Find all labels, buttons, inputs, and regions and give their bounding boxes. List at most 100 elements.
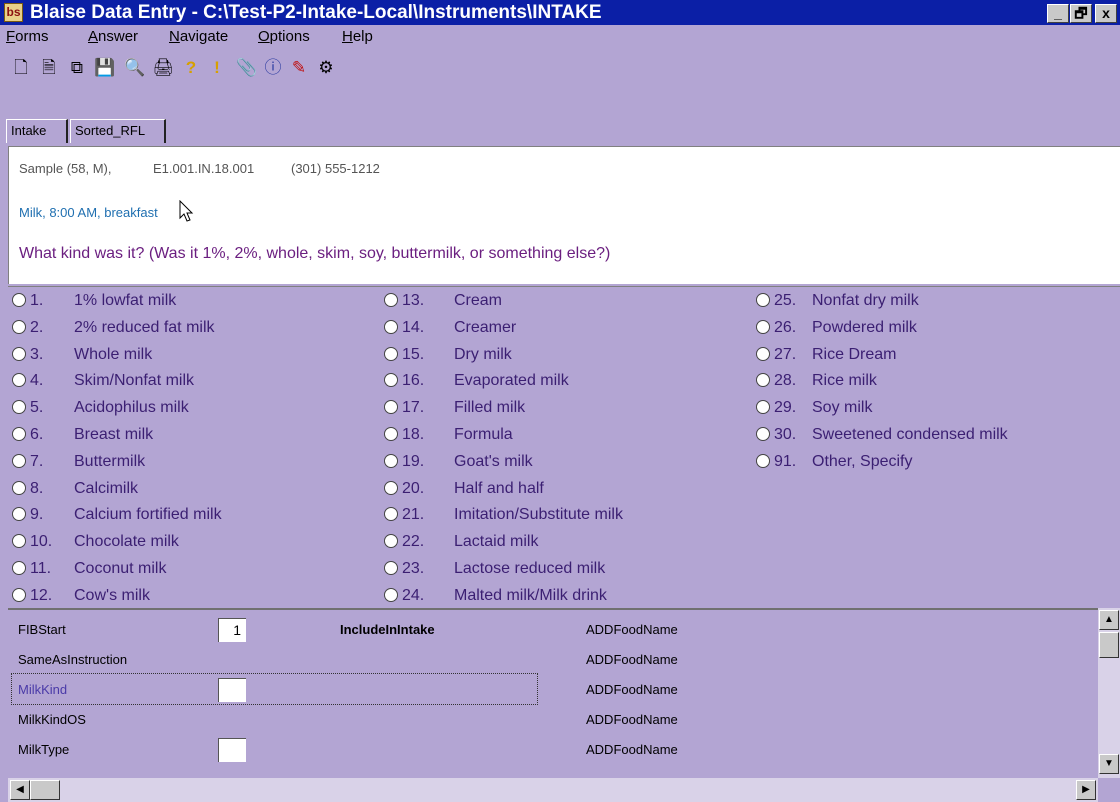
- info-icon[interactable]: ⓘ: [262, 57, 284, 79]
- answer-option[interactable]: 13. Cream: [384, 289, 734, 313]
- answer-option[interactable]: 7. Buttermilk: [12, 450, 362, 474]
- menu-help[interactable]: Help: [342, 28, 373, 45]
- radio-button[interactable]: [384, 427, 398, 441]
- alert-icon[interactable]: !: [206, 57, 228, 79]
- menu-navigate[interactable]: Navigate: [169, 28, 228, 45]
- tab-sorted-rfl[interactable]: Sorted_RFL: [70, 119, 166, 143]
- radio-button[interactable]: [384, 319, 398, 334]
- find-icon[interactable]: 🔍: [124, 57, 146, 79]
- radio-button[interactable]: [12, 427, 26, 441]
- field-row[interactable]: MilkType ADDFoodName: [8, 734, 1098, 764]
- answer-option[interactable]: 30. Sweetened condensed milk: [756, 423, 1106, 447]
- answer-option[interactable]: 11. Coconut milk: [12, 557, 362, 581]
- radio-button[interactable]: [12, 400, 26, 415]
- field-value-box[interactable]: 1: [218, 618, 246, 642]
- help-icon[interactable]: ?: [180, 57, 202, 79]
- answer-option[interactable]: 14. Creamer: [384, 316, 734, 340]
- answer-option[interactable]: 26. Powdered milk: [756, 316, 1106, 340]
- field-row[interactable]: MilkKindOS ADDFoodName: [8, 704, 1098, 734]
- tab-intake[interactable]: Intake: [6, 119, 68, 143]
- radio-button[interactable]: [756, 400, 770, 415]
- answer-option[interactable]: 16. Evaporated milk: [384, 369, 734, 393]
- radio-button[interactable]: [384, 587, 398, 602]
- radio-button[interactable]: [12, 480, 26, 495]
- close-button[interactable]: x: [1095, 4, 1117, 23]
- radio-button[interactable]: [384, 346, 398, 361]
- scroll-down-icon[interactable]: ▼: [1099, 754, 1119, 774]
- menu-options[interactable]: Options: [258, 28, 310, 45]
- answer-option[interactable]: 19. Goat's milk: [384, 450, 734, 474]
- radio-button[interactable]: [384, 453, 398, 468]
- print-icon[interactable]: 🖨: [152, 57, 174, 79]
- app-icon[interactable]: bs: [4, 3, 23, 22]
- answer-option[interactable]: 25. Nonfat dry milk: [756, 289, 1106, 313]
- scroll-thumb[interactable]: [1099, 632, 1119, 658]
- radio-button[interactable]: [384, 373, 398, 388]
- answer-option[interactable]: 5. Acidophilus milk: [12, 396, 362, 420]
- radio-button[interactable]: [384, 561, 398, 575]
- field-value-box[interactable]: [218, 678, 246, 702]
- answer-option[interactable]: 12. Cow's milk: [12, 584, 362, 608]
- field-row[interactable]: FIBStart 1 IncludeInIntake ADDFoodName: [8, 614, 1098, 644]
- radio-button[interactable]: [12, 319, 26, 334]
- field-row[interactable]: SameAsInstruction ADDFoodName: [8, 644, 1098, 674]
- radio-button[interactable]: [384, 293, 398, 307]
- radio-button[interactable]: [12, 373, 26, 388]
- radio-button[interactable]: [384, 534, 398, 549]
- answer-option[interactable]: 20. Half and half: [384, 477, 734, 501]
- answer-option[interactable]: 29. Soy milk: [756, 396, 1106, 420]
- answer-option[interactable]: 24. Malted milk/Milk drink: [384, 584, 734, 608]
- answer-option[interactable]: 17. Filled milk: [384, 396, 734, 420]
- radio-button[interactable]: [384, 400, 398, 415]
- field-value-box[interactable]: [218, 738, 246, 762]
- field-row[interactable]: MilkKind ADDFoodName: [11, 673, 678, 705]
- answer-option[interactable]: 2. 2% reduced fat milk: [12, 316, 362, 340]
- radio-button[interactable]: [12, 561, 26, 575]
- title-bar[interactable]: bs Blaise Data Entry - C:\Test-P2-Intake…: [0, 0, 1120, 25]
- attach-icon[interactable]: 📎: [236, 57, 258, 79]
- answer-option[interactable]: 21. Imitation/Substitute milk: [384, 503, 734, 527]
- radio-button[interactable]: [12, 507, 26, 522]
- answer-option[interactable]: 28. Rice milk: [756, 369, 1106, 393]
- scroll-up-icon[interactable]: ▲: [1099, 610, 1119, 630]
- answer-option[interactable]: 23. Lactose reduced milk: [384, 557, 734, 581]
- pencil-icon[interactable]: ✎: [288, 57, 310, 79]
- radio-button[interactable]: [756, 319, 770, 334]
- answer-option[interactable]: 18. Formula: [384, 423, 734, 447]
- open-icon[interactable]: 🗎: [38, 57, 60, 79]
- network-icon[interactable]: ⚙: [315, 57, 337, 79]
- answer-option[interactable]: 6. Breast milk: [12, 423, 362, 447]
- answer-option[interactable]: 22. Lactaid milk: [384, 530, 734, 554]
- answer-option[interactable]: 4. Skim/Nonfat milk: [12, 369, 362, 393]
- radio-button[interactable]: [756, 427, 770, 441]
- radio-button[interactable]: [12, 453, 26, 468]
- answer-option[interactable]: 8. Calcimilk: [12, 477, 362, 501]
- menu-forms[interactable]: Forms: [6, 28, 49, 45]
- radio-button[interactable]: [384, 480, 398, 495]
- answer-option[interactable]: 3. Whole milk: [12, 343, 362, 367]
- radio-button[interactable]: [756, 373, 770, 388]
- radio-button[interactable]: [756, 346, 770, 361]
- answer-option[interactable]: 91. Other, Specify: [756, 450, 1106, 474]
- radio-button[interactable]: [756, 453, 770, 468]
- horizontal-scrollbar[interactable]: ◀ ▶: [8, 778, 1098, 802]
- vertical-scrollbar[interactable]: ▲ ▼: [1098, 608, 1120, 778]
- hscroll-thumb[interactable]: [30, 780, 60, 800]
- answer-option[interactable]: 10. Chocolate milk: [12, 530, 362, 554]
- radio-button[interactable]: [756, 293, 770, 307]
- radio-button[interactable]: [12, 587, 26, 602]
- answer-option[interactable]: 15. Dry milk: [384, 343, 734, 367]
- radio-button[interactable]: [12, 293, 26, 307]
- answer-option[interactable]: 9. Calcium fortified milk: [12, 503, 362, 527]
- scroll-left-icon[interactable]: ◀: [10, 780, 30, 800]
- minimize-button[interactable]: _: [1047, 4, 1069, 23]
- answer-option[interactable]: 27. Rice Dream: [756, 343, 1106, 367]
- radio-button[interactable]: [12, 534, 26, 549]
- radio-button[interactable]: [12, 346, 26, 361]
- menu-answer[interactable]: Answer: [88, 28, 138, 45]
- save-icon[interactable]: 💾: [94, 57, 116, 79]
- answer-option[interactable]: 1. 1% lowfat milk: [12, 289, 362, 313]
- restore-button[interactable]: 🗗: [1070, 4, 1092, 23]
- new-form-icon[interactable]: 🗋: [10, 57, 32, 79]
- scroll-right-icon[interactable]: ▶: [1076, 780, 1096, 800]
